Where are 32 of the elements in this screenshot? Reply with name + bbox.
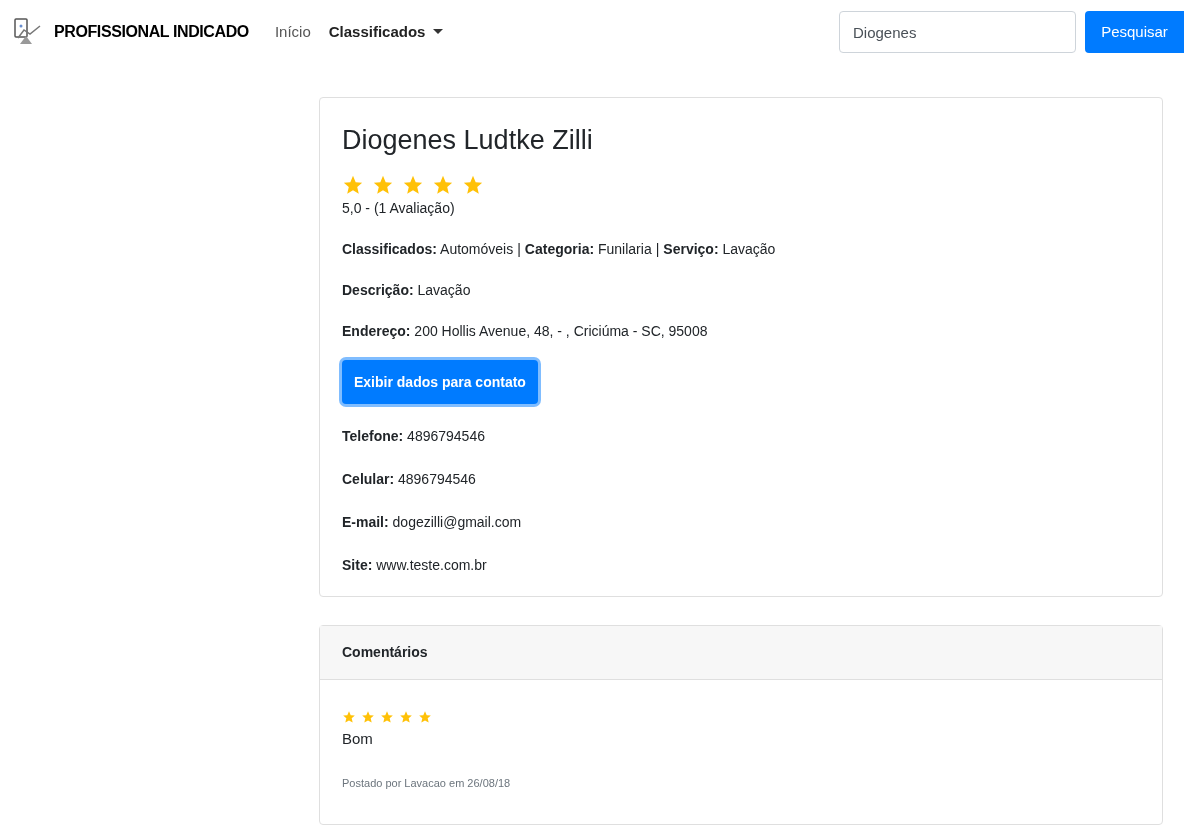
info-text: Serviço: Lavação <box>663 240 776 259</box>
star-icon <box>342 174 364 196</box>
comment-meta: Postado por Lavacao em 26/08/18 <box>342 775 512 791</box>
star-icon <box>432 174 454 196</box>
search-field[interactable]: Diogenes <box>839 11 1076 53</box>
star-icon <box>372 174 394 196</box>
info-text: Descrição: Lavação <box>342 281 471 300</box>
star-icon <box>462 174 484 196</box>
info-text: Site: www.teste.com.br <box>342 557 487 573</box>
comment-text: Bom <box>342 729 374 749</box>
nav-link[interactable]: Início <box>274 20 311 44</box>
search-button[interactable]: Pesquisar <box>1085 11 1184 53</box>
comments-title: Comentários <box>342 643 428 662</box>
star-icon <box>380 710 394 724</box>
profile-name: Diogenes Ludtke Zilli <box>342 124 594 157</box>
separator-text: | <box>655 240 660 259</box>
separator-text: | <box>517 240 521 259</box>
info-text: E-mail: dogezilli@gmail.com <box>342 514 522 530</box>
info-text: Classificados: Automóveis <box>342 240 514 259</box>
nav-link[interactable]: Classificados <box>328 20 444 44</box>
rating-text: 5,0 - (1 Avaliação) <box>342 199 456 218</box>
star-icon <box>342 710 356 724</box>
star-icon <box>361 710 375 724</box>
star-icon <box>418 710 432 724</box>
brand-name[interactable]: PROFISSIONAL INDICADO <box>54 20 249 44</box>
info-text: Celular: 4896794546 <box>342 471 476 487</box>
star-icon <box>402 174 424 196</box>
contact-button[interactable]: Exibir dados para contato <box>342 360 538 404</box>
info-text: Categoria: Funilaria <box>524 240 652 259</box>
info-text: Endereço: 200 Hollis Avenue, 48, - , Criciúma - SC, 95008 <box>342 322 708 341</box>
info-text: Telefone: 4896794546 <box>342 428 485 444</box>
star-icon <box>399 710 413 724</box>
